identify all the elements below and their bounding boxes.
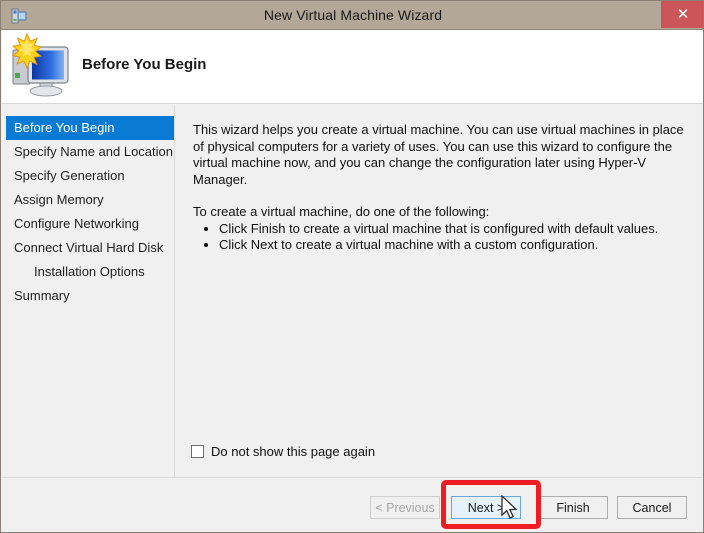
page-title: Before You Begin [82, 56, 207, 73]
list-item: Click Next to create a virtual machine w… [219, 237, 686, 254]
window-title: New Virtual Machine Wizard [263, 7, 443, 23]
wizard-header: Before You Begin [2, 30, 703, 104]
close-icon[interactable]: ✕ [661, 1, 703, 28]
sidebar-item-before-you-begin[interactable]: Before You Begin [6, 116, 174, 140]
wizard-body: Before You Begin Specify Name and Locati… [2, 105, 703, 477]
sidebar-item-installation-options[interactable]: Installation Options [2, 260, 174, 284]
wizard-content-pane: This wizard helps you create a virtual m… [176, 105, 703, 477]
sidebar-item-assign-memory[interactable]: Assign Memory [2, 188, 174, 212]
cancel-button[interactable]: Cancel [617, 496, 687, 519]
sidebar-item-configure-networking[interactable]: Configure Networking [2, 212, 174, 236]
instruction-paragraph: To create a virtual machine, do one of t… [193, 204, 490, 219]
checkbox-box-icon[interactable] [191, 445, 204, 458]
next-button[interactable]: Next > [451, 496, 521, 519]
sidebar-item-connect-virtual-hard-disk[interactable]: Connect Virtual Hard Disk [2, 236, 174, 260]
do-not-show-again-checkbox[interactable]: Do not show this page again [191, 444, 375, 459]
title-bar: New Virtual Machine Wizard ✕ [1, 1, 703, 30]
computer-monitor-new-icon [10, 32, 72, 99]
finish-button[interactable]: Finish [538, 496, 608, 519]
wizard-step-list: Before You Begin Specify Name and Locati… [2, 105, 175, 477]
intro-paragraph: This wizard helps you create a virtual m… [193, 122, 684, 187]
checkbox-label: Do not show this page again [211, 444, 376, 459]
previous-button[interactable]: < Previous [370, 496, 440, 519]
list-item: Click Finish to create a virtual machine… [219, 221, 686, 238]
wizard-footer: < Previous Next > Finish Cancel [2, 477, 703, 532]
sidebar-item-summary[interactable]: Summary [2, 284, 174, 308]
new-virtual-machine-wizard-window: New Virtual Machine Wizard ✕ Before You … [0, 0, 704, 533]
sidebar-item-specify-name-and-location[interactable]: Specify Name and Location [2, 140, 174, 164]
instruction-bullet-list: Click Finish to create a virtual machine… [193, 221, 686, 254]
sidebar-item-specify-generation[interactable]: Specify Generation [2, 164, 174, 188]
